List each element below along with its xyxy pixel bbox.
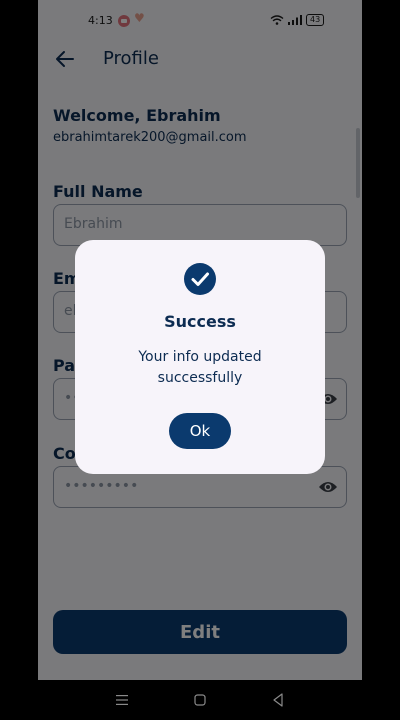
- back-triangle-icon[interactable]: [272, 693, 284, 707]
- ok-button[interactable]: Ok: [169, 413, 231, 449]
- app-screen: 4:13 ♥ 43 Profile Welcome, Ebrahim ebrah…: [38, 0, 362, 680]
- success-dialog: Success Your info updated successfully O…: [75, 240, 325, 474]
- dialog-message: Your info updated successfully: [138, 349, 262, 386]
- system-nav-bar: [0, 680, 400, 720]
- recent-apps-icon[interactable]: [116, 694, 128, 706]
- home-icon[interactable]: [194, 694, 206, 706]
- dialog-title: Success: [164, 312, 236, 331]
- check-circle-icon: [184, 263, 216, 295]
